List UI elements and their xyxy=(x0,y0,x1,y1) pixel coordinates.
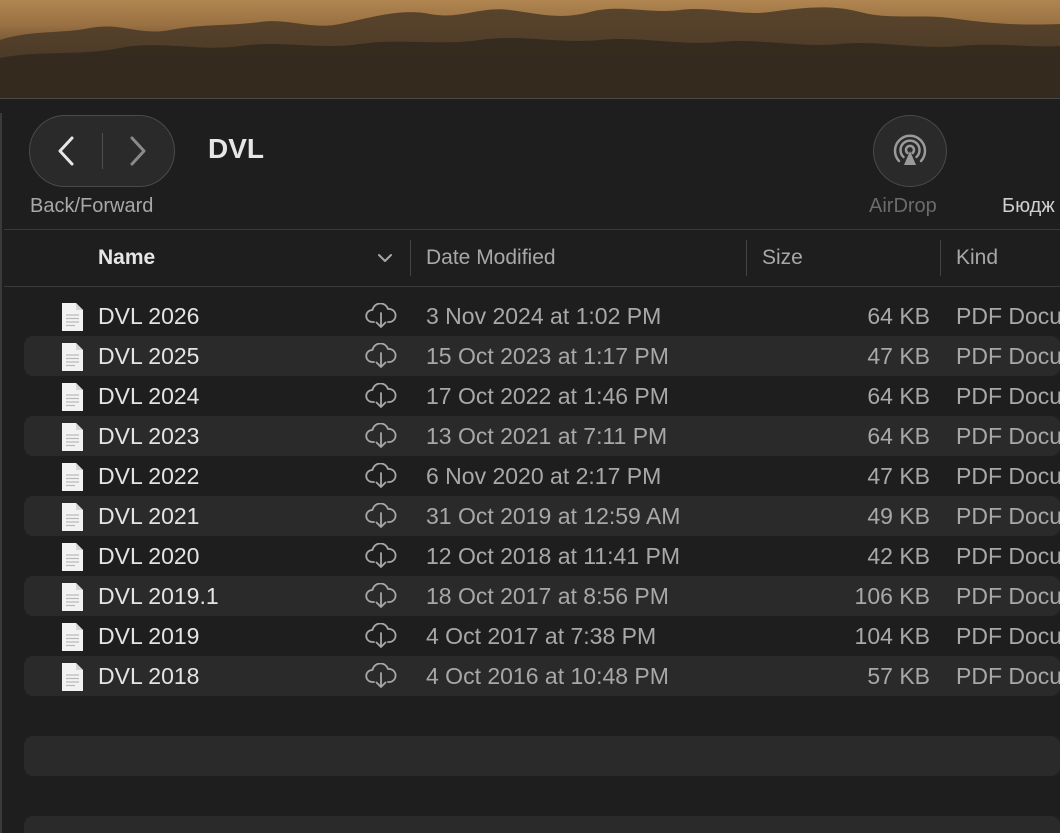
pdf-document-icon xyxy=(62,503,83,531)
cloud-download-icon[interactable] xyxy=(364,663,398,689)
file-name: DVL 2023 xyxy=(98,423,200,449)
file-row[interactable]: DVL 2021 31 Oct 2019 at 12:59 AM 49 KB P… xyxy=(24,496,1060,536)
file-name: DVL 2025 xyxy=(98,343,200,369)
column-date-modified[interactable]: Date Modified xyxy=(426,230,556,286)
pdf-document-icon xyxy=(62,543,83,571)
cloud-download-icon[interactable] xyxy=(364,383,398,409)
window-title: DVL xyxy=(208,133,264,164)
file-date-modified: 6 Nov 2020 at 2:17 PM xyxy=(426,463,662,489)
chevron-right-icon xyxy=(130,136,146,166)
cloud-download-icon[interactable] xyxy=(364,343,398,369)
file-kind: PDF Docu xyxy=(956,303,1060,329)
file-row[interactable]: DVL 2018 4 Oct 2016 at 10:48 PM 57 KB PD… xyxy=(24,656,1060,696)
file-date-modified: 12 Oct 2018 at 11:41 PM xyxy=(426,543,681,569)
file-size: 64 KB xyxy=(867,383,930,409)
file-size: 47 KB xyxy=(867,463,930,489)
cloud-download-icon[interactable] xyxy=(364,303,398,329)
pdf-document-icon xyxy=(62,423,83,451)
file-row[interactable]: DVL 2019 4 Oct 2017 at 7:38 PM 104 KB PD… xyxy=(24,616,1060,656)
back-forward-label: Back/Forward xyxy=(30,195,154,217)
cloud-download-icon[interactable] xyxy=(364,463,398,489)
empty-row-stripe xyxy=(24,816,1060,833)
finder-window: Back/Forward DVL AirDrop Бюдж Name Date … xyxy=(0,98,1060,833)
back-forward-control xyxy=(29,115,175,187)
file-name: DVL 2019 xyxy=(98,623,200,649)
file-size: 64 KB xyxy=(867,423,930,449)
file-kind: PDF Docu xyxy=(956,543,1060,569)
file-row[interactable]: DVL 2022 6 Nov 2020 at 2:17 PM 47 KB PDF… xyxy=(24,456,1060,496)
toolbar-item-budget-label[interactable]: Бюдж xyxy=(1002,195,1055,218)
file-date-modified: 4 Oct 2017 at 7:38 PM xyxy=(426,623,657,649)
forward-button[interactable] xyxy=(102,116,174,186)
file-row[interactable]: DVL 2023 13 Oct 2021 at 7:11 PM 64 KB PD… xyxy=(24,416,1060,456)
column-header: Name Date Modified Size Kind xyxy=(4,229,1060,287)
airdrop-label: AirDrop xyxy=(869,195,937,217)
column-divider[interactable] xyxy=(940,240,941,276)
file-size: 64 KB xyxy=(867,303,930,329)
cloud-download-icon[interactable] xyxy=(364,503,398,529)
file-date-modified: 18 Oct 2017 at 8:56 PM xyxy=(426,583,669,609)
file-row[interactable]: DVL 2025 15 Oct 2023 at 1:17 PM 47 KB PD… xyxy=(24,336,1060,376)
cloud-download-icon[interactable] xyxy=(364,583,398,609)
column-kind[interactable]: Kind xyxy=(956,230,998,286)
chevron-down-icon[interactable] xyxy=(376,250,394,266)
file-name: DVL 2024 xyxy=(98,383,200,409)
chevron-left-icon xyxy=(58,136,74,166)
file-row[interactable]: DVL 2020 12 Oct 2018 at 11:41 PM 42 KB P… xyxy=(24,536,1060,576)
pdf-document-icon xyxy=(62,663,83,691)
cloud-download-icon[interactable] xyxy=(364,423,398,449)
file-size: 104 KB xyxy=(854,623,930,649)
file-size: 47 KB xyxy=(867,343,930,369)
file-row[interactable]: DVL 2019.1 18 Oct 2017 at 8:56 PM 106 KB… xyxy=(24,576,1060,616)
file-size: 106 KB xyxy=(854,583,930,609)
file-row[interactable]: DVL 2024 17 Oct 2022 at 1:46 PM 64 KB PD… xyxy=(24,376,1060,416)
file-kind: PDF Docu xyxy=(956,343,1060,369)
file-kind: PDF Docu xyxy=(956,623,1060,649)
back-button[interactable] xyxy=(30,116,102,186)
pdf-document-icon xyxy=(62,383,83,411)
file-date-modified: 15 Oct 2023 at 1:17 PM xyxy=(426,343,669,369)
desktop-wallpaper xyxy=(0,0,1060,98)
pdf-document-icon xyxy=(62,463,83,491)
column-size[interactable]: Size xyxy=(762,230,803,286)
pdf-document-icon xyxy=(62,343,83,371)
file-row[interactable]: DVL 2026 3 Nov 2024 at 1:02 PM 64 KB PDF… xyxy=(24,296,1060,336)
file-name: DVL 2026 xyxy=(98,303,200,329)
file-name: DVL 2019.1 xyxy=(98,583,219,609)
cloud-download-icon[interactable] xyxy=(364,543,398,569)
file-kind: PDF Docu xyxy=(956,583,1060,609)
file-date-modified: 4 Oct 2016 at 10:48 PM xyxy=(426,663,669,689)
column-divider[interactable] xyxy=(746,240,747,276)
file-date-modified: 13 Oct 2021 at 7:11 PM xyxy=(426,423,668,449)
file-name: DVL 2021 xyxy=(98,503,200,529)
file-date-modified: 31 Oct 2019 at 12:59 AM xyxy=(426,503,681,529)
file-name: DVL 2018 xyxy=(98,663,200,689)
pdf-document-icon xyxy=(62,583,83,611)
file-size: 49 KB xyxy=(867,503,930,529)
column-divider[interactable] xyxy=(410,240,411,276)
pdf-document-icon xyxy=(62,623,83,651)
airdrop-icon xyxy=(893,134,927,165)
airdrop-button[interactable] xyxy=(873,115,947,187)
file-kind: PDF Docu xyxy=(956,463,1060,489)
file-list: DVL 2026 3 Nov 2024 at 1:02 PM 64 KB PDF… xyxy=(24,296,1060,696)
cloud-download-icon[interactable] xyxy=(364,623,398,649)
file-name: DVL 2022 xyxy=(98,463,200,489)
treeline-silhouette xyxy=(0,7,1060,98)
file-size: 57 KB xyxy=(867,663,930,689)
file-kind: PDF Docu xyxy=(956,663,1060,689)
toolbar: Back/Forward DVL AirDrop Бюдж xyxy=(0,99,1060,229)
file-kind: PDF Docu xyxy=(956,423,1060,449)
column-name[interactable]: Name xyxy=(98,230,155,286)
file-date-modified: 17 Oct 2022 at 1:46 PM xyxy=(426,383,669,409)
file-name: DVL 2020 xyxy=(98,543,200,569)
file-kind: PDF Docu xyxy=(956,503,1060,529)
empty-row-stripe xyxy=(24,736,1060,776)
file-date-modified: 3 Nov 2024 at 1:02 PM xyxy=(426,303,662,329)
file-size: 42 KB xyxy=(867,543,930,569)
pdf-document-icon xyxy=(62,303,83,331)
file-kind: PDF Docu xyxy=(956,383,1060,409)
